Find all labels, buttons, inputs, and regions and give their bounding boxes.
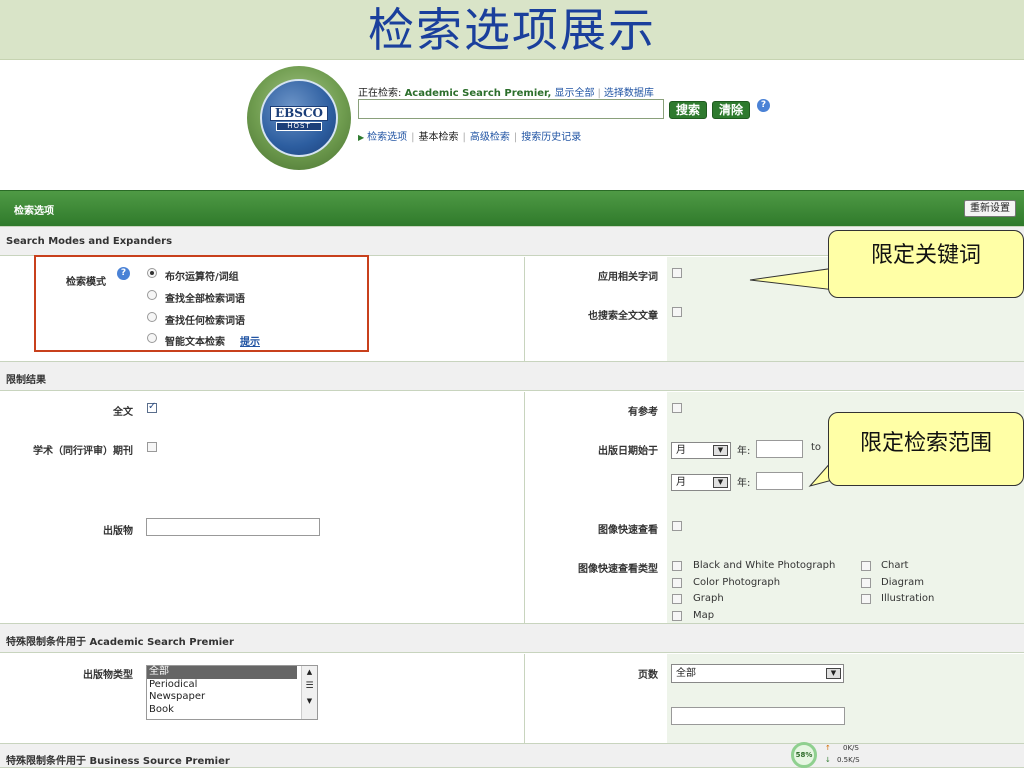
callout-pointers xyxy=(749,267,841,487)
download-icon: ↓ xyxy=(825,756,831,764)
upload-speed: 0K/S xyxy=(843,744,859,752)
callout-pointer xyxy=(749,267,836,291)
callout-scope: 限定检索范围 xyxy=(828,412,1024,486)
network-usage-gauge: 58% xyxy=(791,742,817,768)
callout-keywords: 限定关键词 xyxy=(828,230,1024,298)
upload-icon: ↑ xyxy=(825,744,831,752)
network-widget[interactable]: 58% ↑ 0K/S ↓ 0.5K/S xyxy=(791,740,871,768)
download-speed: 0.5K/S xyxy=(837,756,860,764)
